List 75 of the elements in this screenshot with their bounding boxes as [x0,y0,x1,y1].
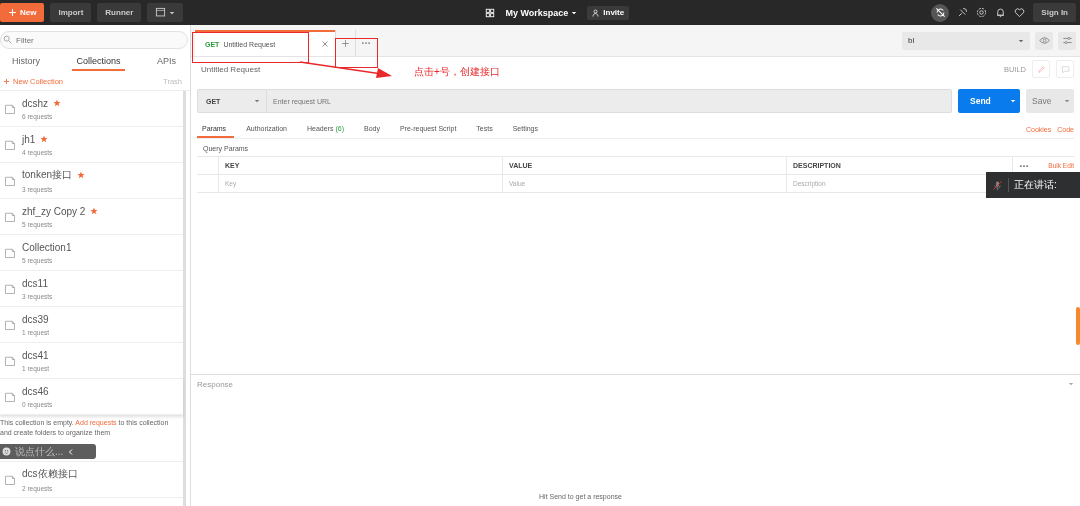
collection-name: zhf_zy Copy 2 [22,205,86,217]
plus-icon [8,8,17,17]
collection-name: tonken接口 [22,168,73,182]
sync-off-button[interactable] [931,3,950,22]
collection-name: dcshz [22,97,49,109]
environment-select[interactable]: bl [902,31,1030,50]
star-icon [90,207,99,215]
grid-icon [485,7,496,18]
collection-icon [4,246,16,259]
collection-name: Collection1 [22,241,72,253]
pencil-icon [1036,64,1046,74]
collection-icon [4,390,16,403]
chat-placeholder: 说点什么... [15,446,64,457]
caret-icon [254,98,260,104]
collection-icon [4,318,16,331]
sync-off-icon [934,7,946,18]
caret-icon [1018,37,1024,44]
settings-icon [976,7,988,18]
eye-icon [1038,35,1050,46]
heart-icon [1014,7,1026,18]
runner-button[interactable]: Runner [97,3,142,22]
collection-name: dcs11 [22,277,48,289]
caret-icon [1064,98,1070,104]
collection-icon [4,138,16,151]
collection-name: dcs41 [22,349,49,361]
sidebar-tab[interactable]: History [8,53,44,71]
collection-name: dcs依赖接口 [22,467,78,481]
collection-icon [4,210,16,223]
new-window-button[interactable] [147,3,184,22]
filter-field[interactable]: Filter [0,31,188,49]
plus-icon [3,78,10,85]
sliders-icon [1061,35,1073,46]
caret-icon [571,9,578,16]
collection-name: dcs46 [22,385,49,397]
sidebar-tab[interactable]: APIs [153,53,180,71]
sidebar-tab[interactable]: Collections [72,53,125,71]
annotation-text: 点击+号，创建接口 [414,65,500,79]
collection-icon [4,102,16,115]
invite-button[interactable]: Invite [587,5,630,20]
star-icon [53,99,62,107]
bell-icon [995,7,1007,18]
smiley-icon [2,447,11,456]
import-button[interactable]: Import [50,3,92,22]
settings-button[interactable] [1058,31,1076,50]
speaking-label: 正在讲话: [1014,178,1057,192]
collection-icon [4,473,16,486]
caret-icon [1068,381,1074,387]
close-icon [321,40,329,48]
scrollbar[interactable] [1076,307,1080,345]
workspace-menu[interactable]: My Workspace [499,6,584,19]
collection-icon [4,282,16,295]
person-icon [592,8,601,17]
star-icon [77,171,86,179]
muted-mic-icon [992,179,1003,191]
collection-icon [4,354,16,367]
window-icon [155,7,167,18]
response-heading: Response [197,379,234,389]
request-name: Untitled Request [201,64,261,74]
search-icon [3,35,12,44]
star-icon [40,135,49,143]
annotation-box [335,38,378,68]
caret-icon [169,9,176,16]
plus-icon [341,38,350,48]
send-button[interactable]: Send [958,89,1020,113]
sign-in-button[interactable]: Sign In [1033,3,1076,22]
save-button[interactable]: Save [1026,89,1074,113]
edit-button[interactable] [1032,60,1050,78]
collection-icon [4,174,16,187]
caret-icon [1010,98,1016,104]
chat-toolbar[interactable]: 说点什么... [0,444,96,459]
satellite-icon [957,7,969,18]
comment-icon [1060,64,1070,74]
collection-name: jh1 [22,133,36,145]
eye-button[interactable] [1035,31,1053,50]
collection-name: dcs39 [22,313,49,325]
